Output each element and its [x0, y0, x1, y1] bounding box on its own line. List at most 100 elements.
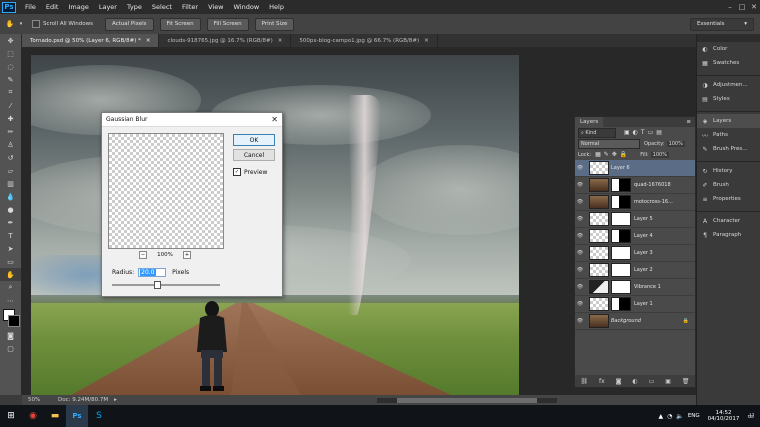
- filter-type-icons[interactable]: ▣◐T▭▤: [624, 129, 665, 136]
- layer-thumbnail[interactable]: [589, 246, 609, 260]
- visibility-eye-icon[interactable]: 👁: [575, 216, 585, 222]
- layer-row[interactable]: 👁 Vibrance 1: [575, 279, 695, 296]
- move-tool-icon[interactable]: ✥: [0, 34, 21, 47]
- tab-clouds[interactable]: clouds-918765.jpg @ 16.7% (RGB/8#) ✕: [159, 34, 292, 47]
- clock[interactable]: 14:52 04/10/2017: [708, 410, 740, 422]
- menu-select[interactable]: Select: [147, 3, 177, 11]
- opacity-input[interactable]: 100%: [666, 140, 685, 147]
- menu-view[interactable]: View: [203, 3, 228, 11]
- minimize-button[interactable]: –: [724, 2, 736, 12]
- dock-item-color[interactable]: ◐ Color: [697, 42, 760, 56]
- menu-file[interactable]: File: [20, 3, 41, 11]
- checkmark-icon[interactable]: ✓: [233, 168, 241, 176]
- layer-thumbnail[interactable]: [589, 263, 609, 277]
- chrome-icon[interactable]: ◉: [22, 405, 44, 427]
- blur-tool-icon[interactable]: 💧: [0, 190, 21, 203]
- layer-thumbnail[interactable]: [589, 229, 609, 243]
- photoshop-icon[interactable]: Ps: [66, 405, 88, 427]
- dock-item-styles[interactable]: ▤ Styles: [697, 92, 760, 106]
- more-tools-icon[interactable]: ⋯: [0, 294, 21, 307]
- link-layers-icon[interactable]: ⛓: [580, 378, 588, 385]
- visibility-eye-icon[interactable]: 👁: [575, 182, 585, 188]
- dock-item-layers[interactable]: ◈ Layers: [697, 114, 760, 128]
- visibility-eye-icon[interactable]: 👁: [575, 233, 585, 239]
- path-selection-tool-icon[interactable]: ➤: [0, 242, 21, 255]
- quick-mask-icon[interactable]: ◙: [0, 329, 21, 342]
- close-icon[interactable]: ✕: [146, 38, 151, 44]
- layer-row[interactable]: 👁 Layer 4: [575, 228, 695, 245]
- pen-tool-icon[interactable]: ✒: [0, 216, 21, 229]
- layer-mask-thumbnail[interactable]: [611, 280, 631, 294]
- zoom-in-icon[interactable]: +: [182, 251, 191, 259]
- cancel-button[interactable]: Cancel: [233, 149, 275, 161]
- visibility-eye-icon[interactable]: 👁: [575, 199, 585, 205]
- lasso-tool-icon[interactable]: ◌: [0, 60, 21, 73]
- zoom-out-icon[interactable]: −: [139, 251, 147, 259]
- layer-mask-thumbnail[interactable]: [611, 212, 631, 226]
- layer-row[interactable]: 👁 motocross-16...: [575, 194, 695, 211]
- file-explorer-icon[interactable]: ▬: [44, 405, 66, 427]
- layer-thumbnail[interactable]: [589, 280, 609, 294]
- layer-row[interactable]: 👁 Background 🔒: [575, 313, 695, 330]
- crop-tool-icon[interactable]: ⌗: [0, 86, 21, 99]
- layer-mask-thumbnail[interactable]: [611, 229, 631, 243]
- visibility-eye-icon[interactable]: 👁: [575, 284, 585, 290]
- dock-item-paths[interactable]: 〰 Paths: [697, 128, 760, 142]
- print-size-button[interactable]: Print Size: [254, 17, 295, 31]
- clone-stamp-tool-icon[interactable]: ♙: [0, 138, 21, 151]
- new-layer-icon[interactable]: ▣: [665, 378, 671, 385]
- layer-row[interactable]: 👁 Layer 6: [575, 160, 695, 177]
- panel-menu-icon[interactable]: ≡: [686, 119, 691, 125]
- network-icon[interactable]: ▲: [658, 413, 663, 420]
- menu-layer[interactable]: Layer: [94, 3, 122, 11]
- notifications-icon[interactable]: ▭ 17: [747, 412, 754, 420]
- menu-type[interactable]: Type: [122, 3, 147, 11]
- menu-help[interactable]: Help: [264, 3, 289, 11]
- fill-input[interactable]: 100%: [650, 151, 669, 158]
- layer-thumbnail[interactable]: [589, 314, 609, 328]
- visibility-eye-icon[interactable]: 👁: [575, 301, 585, 307]
- background-color[interactable]: [8, 315, 20, 327]
- layer-thumbnail[interactable]: [589, 297, 609, 311]
- dock-item-swatches[interactable]: ▦ Swatches: [697, 56, 760, 70]
- wifi-icon[interactable]: ◔: [667, 413, 672, 420]
- layer-thumbnail[interactable]: [589, 212, 609, 226]
- brush-tool-icon[interactable]: ✏: [0, 125, 21, 138]
- scroll-all-windows-checkbox[interactable]: Scroll All Windows: [32, 20, 93, 28]
- dock-item-history[interactable]: ↻ History: [697, 164, 760, 178]
- language-indicator[interactable]: ENG: [688, 413, 700, 419]
- hand-tool-icon[interactable]: ✋: [0, 268, 21, 281]
- adjustment-layer-icon[interactable]: ◐: [632, 378, 637, 385]
- horizontal-scrollbar[interactable]: [376, 397, 557, 403]
- tool-preset-dropdown-icon[interactable]: ▾: [16, 18, 26, 31]
- layer-mask-thumbnail[interactable]: [611, 195, 631, 209]
- gradient-tool-icon[interactable]: ▥: [0, 177, 21, 190]
- volume-icon[interactable]: 🔈: [676, 413, 683, 420]
- type-tool-icon[interactable]: T: [0, 229, 21, 242]
- menu-filter[interactable]: Filter: [177, 3, 203, 11]
- dock-item-brushpres[interactable]: ✎ Brush Pres...: [697, 142, 760, 156]
- lock-icons[interactable]: ▦✎✥🔒: [595, 151, 630, 158]
- layer-mask-thumbnail[interactable]: [611, 297, 631, 311]
- preview-window[interactable]: [108, 133, 224, 249]
- trash-icon[interactable]: 🗑: [682, 378, 690, 385]
- healing-brush-tool-icon[interactable]: ✚: [0, 112, 21, 125]
- layer-row[interactable]: 👁 Layer 2: [575, 262, 695, 279]
- menu-edit[interactable]: Edit: [41, 3, 64, 11]
- layer-thumbnail[interactable]: [589, 195, 609, 209]
- blend-mode-select[interactable]: Normal: [578, 138, 640, 149]
- marquee-tool-icon[interactable]: ⬚: [0, 47, 21, 60]
- radius-slider[interactable]: [112, 281, 220, 289]
- new-group-icon[interactable]: ▭: [649, 378, 655, 385]
- kind-filter-select[interactable]: ⌕ Kind: [578, 127, 616, 138]
- add-mask-icon[interactable]: ◙: [616, 378, 622, 385]
- tab-campo[interactable]: 500px-blog-campo1.jpg @ 66.7% (RGB/8#) ✕: [291, 34, 438, 47]
- fx-icon[interactable]: fx: [599, 378, 605, 385]
- close-window-button[interactable]: ✕: [748, 2, 760, 12]
- radius-input[interactable]: 20.0: [138, 268, 167, 277]
- menu-image[interactable]: Image: [63, 3, 93, 11]
- history-brush-tool-icon[interactable]: ↺: [0, 151, 21, 164]
- menu-window[interactable]: Window: [229, 3, 265, 11]
- layer-row[interactable]: 👁 Layer 5: [575, 211, 695, 228]
- status-menu-icon[interactable]: ▸: [114, 397, 117, 403]
